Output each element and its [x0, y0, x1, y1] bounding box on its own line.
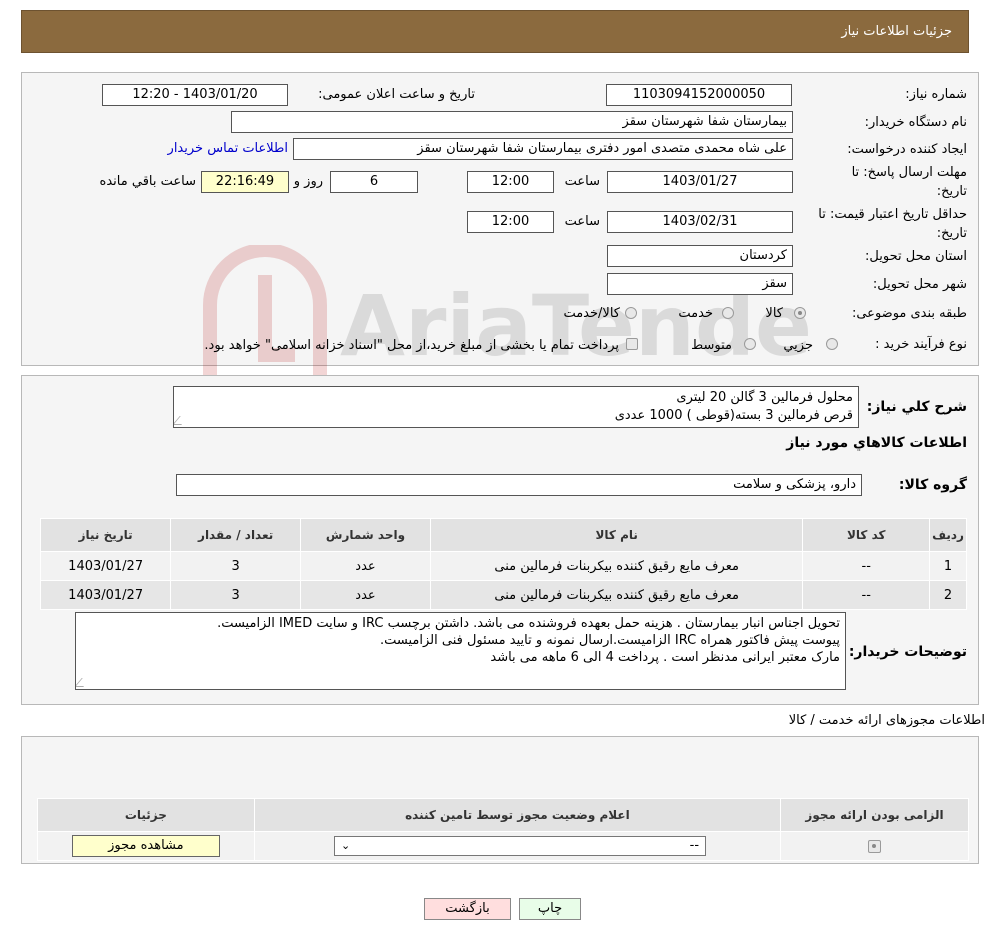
need-number-field: 1103094152000050: [606, 84, 792, 106]
purchase-radio-medium[interactable]: [744, 338, 756, 350]
row-cell: 1: [929, 551, 967, 581]
validity-label: حداقل تاریخ اعتبار قیمت: تا: [818, 207, 967, 222]
buyer-notes-label: توضیحات خریدار:: [848, 644, 967, 660]
payment-checkbox[interactable]: [626, 338, 638, 350]
validity-label-2: تاریخ:: [936, 226, 967, 241]
announce-field: 1403/01/20 - 12:20: [102, 84, 288, 106]
permit-status-value: --: [689, 838, 700, 853]
page-title: جزئیات اطلاعات نیاز: [841, 24, 952, 39]
items-table: ردیف کد کالا نام کالا واحد شمارش تعداد /…: [39, 518, 967, 610]
row-cell: 1403/01/27: [39, 551, 172, 581]
city-field: سقز: [607, 273, 793, 295]
deadline-label: مهلت ارسال پاسخ: تا: [851, 165, 967, 180]
col-date: تاریخ نیاز: [39, 518, 172, 552]
category-option-goods-service: کالا/خدمت: [563, 306, 620, 321]
requester-label: ایجاد کننده درخواست:: [847, 142, 967, 157]
row-cell: --: [802, 551, 931, 581]
col-permit-details: جزئیات: [37, 798, 255, 832]
table-row: 2 -- معرف مایع رقیق کننده بیکربنات فرمال…: [39, 580, 967, 610]
days-label: روز و: [293, 174, 323, 189]
buyer-org-label: نام دستگاه خریدار:: [864, 115, 967, 130]
view-permit-button[interactable]: مشاهده مجوز: [71, 835, 220, 857]
row-cell: 2: [929, 580, 967, 610]
row-cell: عدد: [300, 580, 431, 610]
summary-line-2: قرص فرمالین 3 بسته(قوطی ) 1000 عددی: [614, 408, 853, 423]
purchase-option-minor: جزیي: [783, 338, 813, 353]
row-cell: 1403/01/27: [39, 580, 172, 610]
col-name: نام کالا: [429, 518, 804, 552]
table-row: -- ⌄ مشاهده مجوز: [37, 831, 969, 861]
summary-line-1: محلول فرمالین 3 گالن 20 لیتری: [676, 390, 853, 405]
resize-handle-icon[interactable]: [76, 678, 91, 687]
row-cell: 3: [170, 551, 302, 581]
buyer-contact-link[interactable]: اطلاعات تماس خریدار: [168, 141, 288, 156]
permit-status-select[interactable]: -- ⌄: [334, 836, 707, 856]
print-button[interactable]: چاپ: [519, 898, 581, 920]
validity-time-label: ساعت: [564, 214, 600, 229]
row-cell: --: [802, 580, 931, 610]
days-field: 6: [330, 171, 418, 193]
category-label: طبقه بندی موضوعی:: [851, 306, 967, 321]
purchase-radio-minor[interactable]: [826, 338, 838, 350]
goods-group-label: گروه کالا:: [898, 477, 967, 493]
deadline-time-label: ساعت: [564, 174, 600, 189]
permits-table: الزامی بودن ارائه مجوز اعلام وضعیت مجوز …: [37, 798, 969, 861]
goods-info-title: اطلاعات کالاهاي مورد نياز: [786, 435, 967, 451]
remaining-time-field: 22:16:49: [201, 171, 289, 193]
col-qty: تعداد / مقدار: [170, 518, 302, 552]
row-cell: 3: [170, 580, 302, 610]
purchase-option-medium: متوسط: [691, 338, 732, 353]
goods-group-field: دارو، پزشکی و سلامت: [176, 474, 862, 496]
col-permit-status: اعلام وضعیت مجوز توسط تامین کننده: [253, 798, 782, 832]
permit-required-checkbox: [868, 839, 882, 853]
buyer-notes-line-3: مارک معتبر ایرانی مدنظر است . پرداخت 4 ا…: [490, 650, 840, 665]
col-code: کد کالا: [802, 518, 931, 552]
buyer-notes-line-2: پیوست پیش فاکتور همراه IRC الزامیست.ارسا…: [380, 633, 840, 648]
payment-note: پرداخت تمام یا بخشی از مبلغ خرید،از محل …: [204, 338, 619, 353]
chevron-down-icon: ⌄: [341, 839, 351, 852]
announce-label: تاریخ و ساعت اعلان عمومی:: [318, 87, 475, 102]
col-row: ردیف: [929, 518, 967, 552]
deadline-label-2: تاریخ:: [936, 184, 967, 199]
requester-field: علی شاه محمدی متصدی امور دفتری بیمارستان…: [293, 138, 793, 160]
city-label: شهر محل تحویل:: [872, 277, 967, 292]
row-cell: معرف مایع رقیق کننده بیکربنات فرمالین من…: [429, 580, 804, 610]
row-cell: معرف مایع رقیق کننده بیکربنات فرمالین من…: [429, 551, 804, 581]
category-radio-service[interactable]: [722, 307, 734, 319]
category-radio-goods[interactable]: [794, 307, 806, 319]
permits-title: اطلاعات مجوزهای ارائه خدمت / کالا: [788, 713, 985, 728]
back-button[interactable]: بازگشت: [424, 898, 511, 920]
validity-time-field: 12:00: [467, 211, 554, 233]
category-option-service: خدمت: [678, 306, 713, 321]
province-field: کردستان: [607, 245, 793, 267]
category-radio-goods-service[interactable]: [625, 307, 637, 319]
table-row: 1 -- معرف مایع رقیق کننده بیکربنات فرمال…: [39, 551, 967, 581]
buyer-notes-textarea[interactable]: تحویل اجناس انبار بیمارستان . هزینه حمل …: [75, 612, 846, 690]
category-option-goods: کالا: [765, 306, 783, 321]
buyer-org-field: بیمارستان شفا شهرستان سقز: [231, 111, 793, 133]
validity-date-field: 1403/02/31: [607, 211, 793, 233]
deadline-date-field: 1403/01/27: [607, 171, 793, 193]
deadline-time-field: 12:00: [467, 171, 554, 193]
summary-label: شرح کلي نياز:: [866, 399, 967, 415]
purchase-type-label: نوع فرآیند خرید :: [875, 337, 967, 352]
col-unit: واحد شمارش: [300, 518, 431, 552]
province-label: استان محل تحویل:: [865, 249, 967, 264]
summary-textarea[interactable]: محلول فرمالین 3 گالن 20 لیتری قرص فرمالی…: [173, 386, 859, 428]
need-number-label: شماره نیاز:: [905, 87, 967, 102]
buyer-notes-line-1: تحویل اجناس انبار بیمارستان . هزینه حمل …: [217, 616, 840, 631]
row-cell: عدد: [300, 551, 431, 581]
remaining-label: ساعت باقي مانده: [99, 174, 196, 189]
col-permit-required: الزامی بودن ارائه مجوز: [780, 798, 969, 832]
page-header: جزئیات اطلاعات نیاز: [21, 10, 969, 53]
